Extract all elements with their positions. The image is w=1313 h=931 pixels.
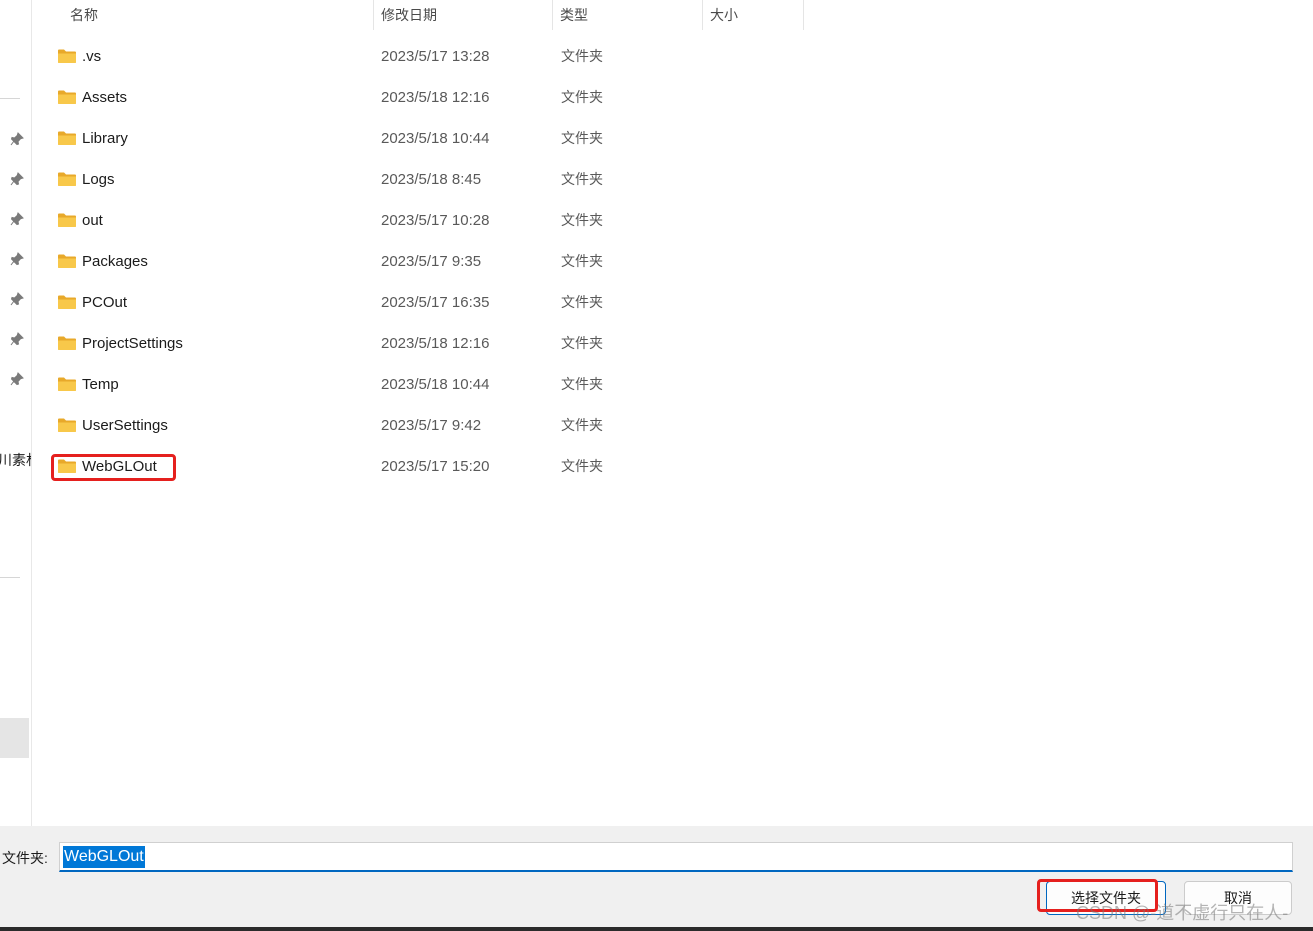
folder-icon [57, 171, 77, 187]
nav-item-selected[interactable] [0, 718, 29, 758]
file-type: 文件夹 [561, 335, 603, 351]
pin-icon[interactable] [10, 132, 24, 146]
folder-icon [57, 212, 77, 228]
nav-divider [0, 98, 20, 99]
folder-icon [57, 335, 77, 351]
file-modified: 2023/5/17 13:28 [381, 48, 490, 65]
file-modified: 2023/5/17 10:28 [381, 212, 490, 229]
folder-icon [57, 417, 77, 433]
file-name: .vs [82, 48, 102, 65]
pin-icon[interactable] [10, 212, 24, 226]
file-row[interactable]: PCOut 2023/5/17 16:35 文件夹 [32, 282, 1313, 323]
file-modified: 2023/5/18 12:16 [381, 89, 490, 106]
pin-icon[interactable] [10, 252, 24, 266]
file-row[interactable]: .vs 2023/5/17 13:28 文件夹 [32, 36, 1313, 77]
folder-icon [57, 48, 77, 64]
watermark: CSDN @-道不虚行只在人- [1076, 903, 1289, 923]
pin-icon[interactable] [10, 372, 24, 386]
file-name: out [82, 212, 103, 229]
folder-input-value[interactable]: WebGLOut [63, 846, 145, 868]
file-row[interactable]: ProjectSettings 2023/5/18 12:16 文件夹 [32, 323, 1313, 364]
folder-icon [57, 458, 77, 474]
file-name: Assets [82, 89, 128, 106]
file-type: 文件夹 [561, 294, 603, 310]
file-modified: 2023/5/17 9:35 [381, 253, 482, 270]
file-row[interactable]: Packages 2023/5/17 9:35 文件夹 [32, 241, 1313, 282]
file-modified: 2023/5/18 12:16 [381, 335, 490, 352]
file-type: 文件夹 [561, 212, 603, 228]
file-row[interactable]: Logs 2023/5/18 8:45 文件夹 [32, 159, 1313, 200]
file-type: 文件夹 [561, 376, 603, 392]
pin-icon[interactable] [10, 292, 24, 306]
file-name: Library [82, 130, 128, 147]
nav-divider [0, 577, 20, 578]
file-name: WebGLOut [82, 458, 157, 475]
file-type: 文件夹 [561, 130, 603, 146]
nav-item-label[interactable]: 川素材 [0, 450, 31, 470]
column-divider[interactable] [803, 0, 804, 30]
file-modified: 2023/5/18 8:45 [381, 171, 482, 188]
pin-icon[interactable] [10, 332, 24, 346]
folder-icon [57, 294, 77, 310]
column-header-name[interactable]: 名称 [62, 0, 372, 30]
file-modified: 2023/5/17 15:20 [381, 458, 490, 475]
file-modified: 2023/5/18 10:44 [381, 130, 490, 147]
sort-up-icon: ^ [214, 0, 224, 3]
file-type: 文件夹 [561, 417, 603, 433]
file-name: Packages [82, 253, 148, 270]
file-name: ProjectSettings [82, 335, 183, 352]
file-row-selected[interactable]: WebGLOut 2023/5/17 15:20 文件夹 [32, 446, 1313, 487]
file-name: UserSettings [82, 417, 168, 434]
taskbar-edge [0, 927, 1313, 931]
file-row[interactable]: Library 2023/5/18 10:44 文件夹 [32, 118, 1313, 159]
folder-icon [57, 89, 77, 105]
column-headers: 名称 ^ 修改日期 类型 大小 [32, 0, 1313, 30]
file-type: 文件夹 [561, 89, 603, 105]
file-row[interactable]: UserSettings 2023/5/17 9:42 文件夹 [32, 405, 1313, 446]
navigation-pane: 川素材 [0, 0, 32, 826]
folder-field-label: 文件夹: [2, 850, 48, 866]
column-header-modified[interactable]: 修改日期 [373, 0, 552, 30]
file-modified: 2023/5/17 9:42 [381, 417, 482, 434]
file-name: Logs [82, 171, 115, 188]
file-row[interactable]: Assets 2023/5/18 12:16 文件夹 [32, 77, 1313, 118]
folder-icon [57, 253, 77, 269]
file-row[interactable]: out 2023/5/17 10:28 文件夹 [32, 200, 1313, 241]
file-type: 文件夹 [561, 458, 603, 474]
file-type: 文件夹 [561, 171, 603, 187]
file-modified: 2023/5/18 10:44 [381, 376, 490, 393]
folder-icon [57, 130, 77, 146]
file-name: Temp [82, 376, 119, 393]
folder-icon [57, 376, 77, 392]
file-type: 文件夹 [561, 48, 603, 64]
file-name: PCOut [82, 294, 128, 311]
file-type: 文件夹 [561, 253, 603, 269]
file-row[interactable]: Temp 2023/5/18 10:44 文件夹 [32, 364, 1313, 405]
folder-picker-dialog: 川素材 名称 ^ 修改日期 类型 大小 .vs 2023/5/17 13:28 … [0, 0, 1313, 931]
column-header-type[interactable]: 类型 [552, 0, 702, 30]
pin-icon[interactable] [10, 172, 24, 186]
file-modified: 2023/5/17 16:35 [381, 294, 490, 311]
column-header-size[interactable]: 大小 [702, 0, 802, 30]
folder-input[interactable]: WebGLOut [59, 842, 1293, 872]
